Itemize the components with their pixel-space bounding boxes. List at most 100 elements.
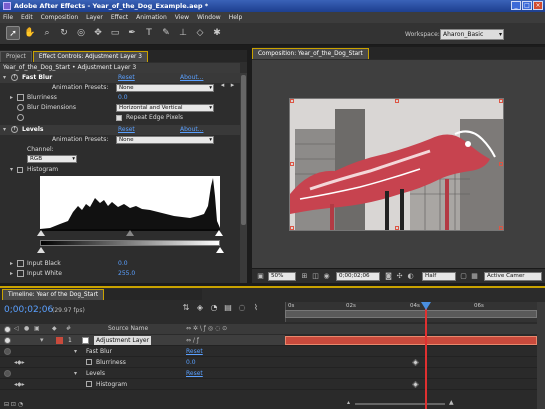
timeline-scrollbar[interactable] xyxy=(537,302,545,409)
close-button[interactable]: × xyxy=(533,1,543,10)
source-name-column[interactable]: Source Name xyxy=(108,324,148,334)
pen-tool-icon[interactable]: ✒ xyxy=(125,26,139,40)
keyframe-nav-icon[interactable]: ◂◆▸ xyxy=(14,357,25,368)
gamma-slider-handle[interactable] xyxy=(126,230,134,236)
clone-stamp-tool-icon[interactable]: ⊥ xyxy=(176,26,190,40)
type-tool-icon[interactable]: T xyxy=(142,26,156,40)
levels-presets-dropdown[interactable]: None xyxy=(116,136,214,144)
hand-tool-icon[interactable]: ✋ xyxy=(23,26,37,40)
frame-blending-icon[interactable]: ▤ xyxy=(222,302,234,314)
fx-switch-icon[interactable] xyxy=(4,370,11,377)
stopwatch-icon[interactable] xyxy=(86,381,92,387)
layer-row-adjustment[interactable]: ▾ 1 Adjustment Layer ⇔ / ƒ xyxy=(0,335,285,346)
color-channel-icon[interactable]: ◐ xyxy=(406,272,415,281)
expand-triangle-icon[interactable]: ▸ xyxy=(10,259,16,269)
draft-3d-icon[interactable]: ◈ xyxy=(194,302,206,314)
keyframe-icon[interactable] xyxy=(411,380,420,389)
maximize-button[interactable]: □ xyxy=(522,1,532,10)
blurriness-value[interactable]: 0.0 xyxy=(118,93,128,103)
input-white-value[interactable]: 255.0 xyxy=(118,269,135,279)
menu-animation[interactable]: Animation xyxy=(136,14,167,21)
repeat-edge-checkbox[interactable] xyxy=(116,115,122,121)
input-black-slider-handle[interactable] xyxy=(37,230,45,236)
mask-visibility-icon[interactable]: ◫ xyxy=(311,272,320,281)
pan-behind-tool-icon[interactable]: ✥ xyxy=(91,26,105,40)
levels-reset-link[interactable]: Reset xyxy=(118,125,135,135)
expand-collapse-panes-icon[interactable]: ⊟ ⊡ ◔ xyxy=(4,399,23,409)
fx-icon[interactable]: f xyxy=(11,74,18,81)
rotation-tool-icon[interactable]: ↻ xyxy=(57,26,71,40)
timeline-graph[interactable]: ▴ ▲ xyxy=(285,335,537,409)
expand-triangle-icon[interactable]: ▾ xyxy=(74,346,77,357)
blurriness-timeline-value[interactable]: 0.0 xyxy=(186,357,196,368)
graph-editor-icon[interactable]: ⌇ xyxy=(250,302,262,314)
snapshot-icon[interactable]: ◉ xyxy=(322,272,331,281)
fast-blur-reset-link[interactable]: Reset xyxy=(118,73,135,83)
layer-label-color-icon[interactable] xyxy=(56,337,63,344)
prop-row-levels[interactable]: ▾ Levels Reset xyxy=(0,368,285,379)
stopwatch-icon[interactable] xyxy=(17,114,24,121)
zoom-in-icon[interactable]: ▲ xyxy=(449,399,454,406)
layer-duration-bar[interactable] xyxy=(285,336,537,345)
timeline-zoom-slider[interactable] xyxy=(355,403,445,405)
fx-icon[interactable]: f xyxy=(11,126,18,133)
blur-dimensions-dropdown[interactable]: Horizontal and Vertical xyxy=(116,104,214,112)
menu-file[interactable]: File xyxy=(3,14,13,21)
tab-effect-controls[interactable]: Effect Controls: Adjustment Layer 3 xyxy=(32,51,148,62)
layer-name[interactable]: Adjustment Layer xyxy=(94,336,152,345)
comp-mini-flowchart-icon[interactable]: ⇅ xyxy=(180,302,192,314)
current-time-indicator[interactable] xyxy=(425,302,427,409)
timeline-current-time[interactable]: 0;00;02;06 xyxy=(4,305,53,315)
fast-blur-reset-link[interactable]: Reset xyxy=(186,346,203,357)
tab-timeline[interactable]: Timeline: Year of the Dog_Start xyxy=(2,289,105,300)
keyframe-icon[interactable] xyxy=(411,358,420,367)
current-time-field[interactable]: 0;00;02;06 xyxy=(336,272,380,281)
input-white-slider-handle[interactable] xyxy=(215,230,223,236)
composition-viewer[interactable] xyxy=(252,60,545,268)
orbit-camera-tool-icon[interactable]: ◎ xyxy=(74,26,88,40)
transparency-grid-icon[interactable]: ▦ xyxy=(470,272,479,281)
puppet-pin-tool-icon[interactable]: ✱ xyxy=(210,26,224,40)
tab-project[interactable]: Project xyxy=(0,51,32,62)
work-area-bar[interactable] xyxy=(285,310,537,318)
hide-shy-layers-icon[interactable]: ◔ xyxy=(208,302,220,314)
expand-triangle-icon[interactable]: ▾ xyxy=(74,368,77,379)
stopwatch-icon[interactable] xyxy=(86,359,92,365)
stopwatch-icon[interactable] xyxy=(17,260,24,267)
expand-triangle-icon[interactable]: ▾ xyxy=(3,125,9,135)
levels-about-link[interactable]: About... xyxy=(180,125,203,135)
motion-blur-icon[interactable]: ◌ xyxy=(236,302,248,314)
camera-icon[interactable]: ◙ xyxy=(384,272,393,281)
eraser-tool-icon[interactable]: ◇ xyxy=(193,26,207,40)
menu-window[interactable]: Window xyxy=(197,14,221,21)
histogram-toggle-icon[interactable] xyxy=(17,167,23,173)
stopwatch-icon[interactable] xyxy=(17,270,24,277)
workspace-dropdown[interactable]: Aharon_Basic xyxy=(440,29,504,40)
expand-triangle-icon[interactable]: ▾ xyxy=(40,335,44,346)
stopwatch-icon[interactable] xyxy=(17,104,24,111)
menu-help[interactable]: Help xyxy=(229,14,243,21)
brush-tool-icon[interactable]: ✎ xyxy=(159,26,173,40)
levels-reset-link[interactable]: Reset xyxy=(186,368,203,379)
layer-handle[interactable] xyxy=(290,162,294,166)
menu-effect[interactable]: Effect xyxy=(111,14,128,21)
levels-section[interactable]: ▾ f Levels Reset About... xyxy=(0,125,240,135)
preset-next-icon[interactable]: ▸ xyxy=(228,81,237,90)
fx-switch-icon[interactable] xyxy=(4,348,11,355)
output-white-slider-handle[interactable] xyxy=(216,247,224,253)
layer-handle[interactable] xyxy=(290,99,294,103)
channel-dropdown[interactable]: RGB xyxy=(27,155,77,163)
menu-view[interactable]: View xyxy=(175,14,189,21)
input-black-value[interactable]: 0.0 xyxy=(118,259,128,269)
resolution-dropdown[interactable]: Half xyxy=(422,272,456,281)
minimize-button[interactable]: _ xyxy=(511,1,521,10)
mask-tool-icon[interactable]: ▭ xyxy=(108,26,122,40)
expand-triangle-icon[interactable]: ▸ xyxy=(10,269,16,279)
layer-switches-icons[interactable]: ⇔ / ƒ xyxy=(186,335,199,346)
layer-handle[interactable] xyxy=(290,226,294,230)
layer-handle[interactable] xyxy=(499,99,503,103)
menu-layer[interactable]: Layer xyxy=(86,14,103,21)
fast-blur-section[interactable]: ▾ f Fast Blur Reset About... xyxy=(0,73,240,83)
keyframe-nav-icon[interactable]: ◂◆▸ xyxy=(14,379,25,390)
expand-triangle-icon[interactable]: ▾ xyxy=(3,73,9,83)
